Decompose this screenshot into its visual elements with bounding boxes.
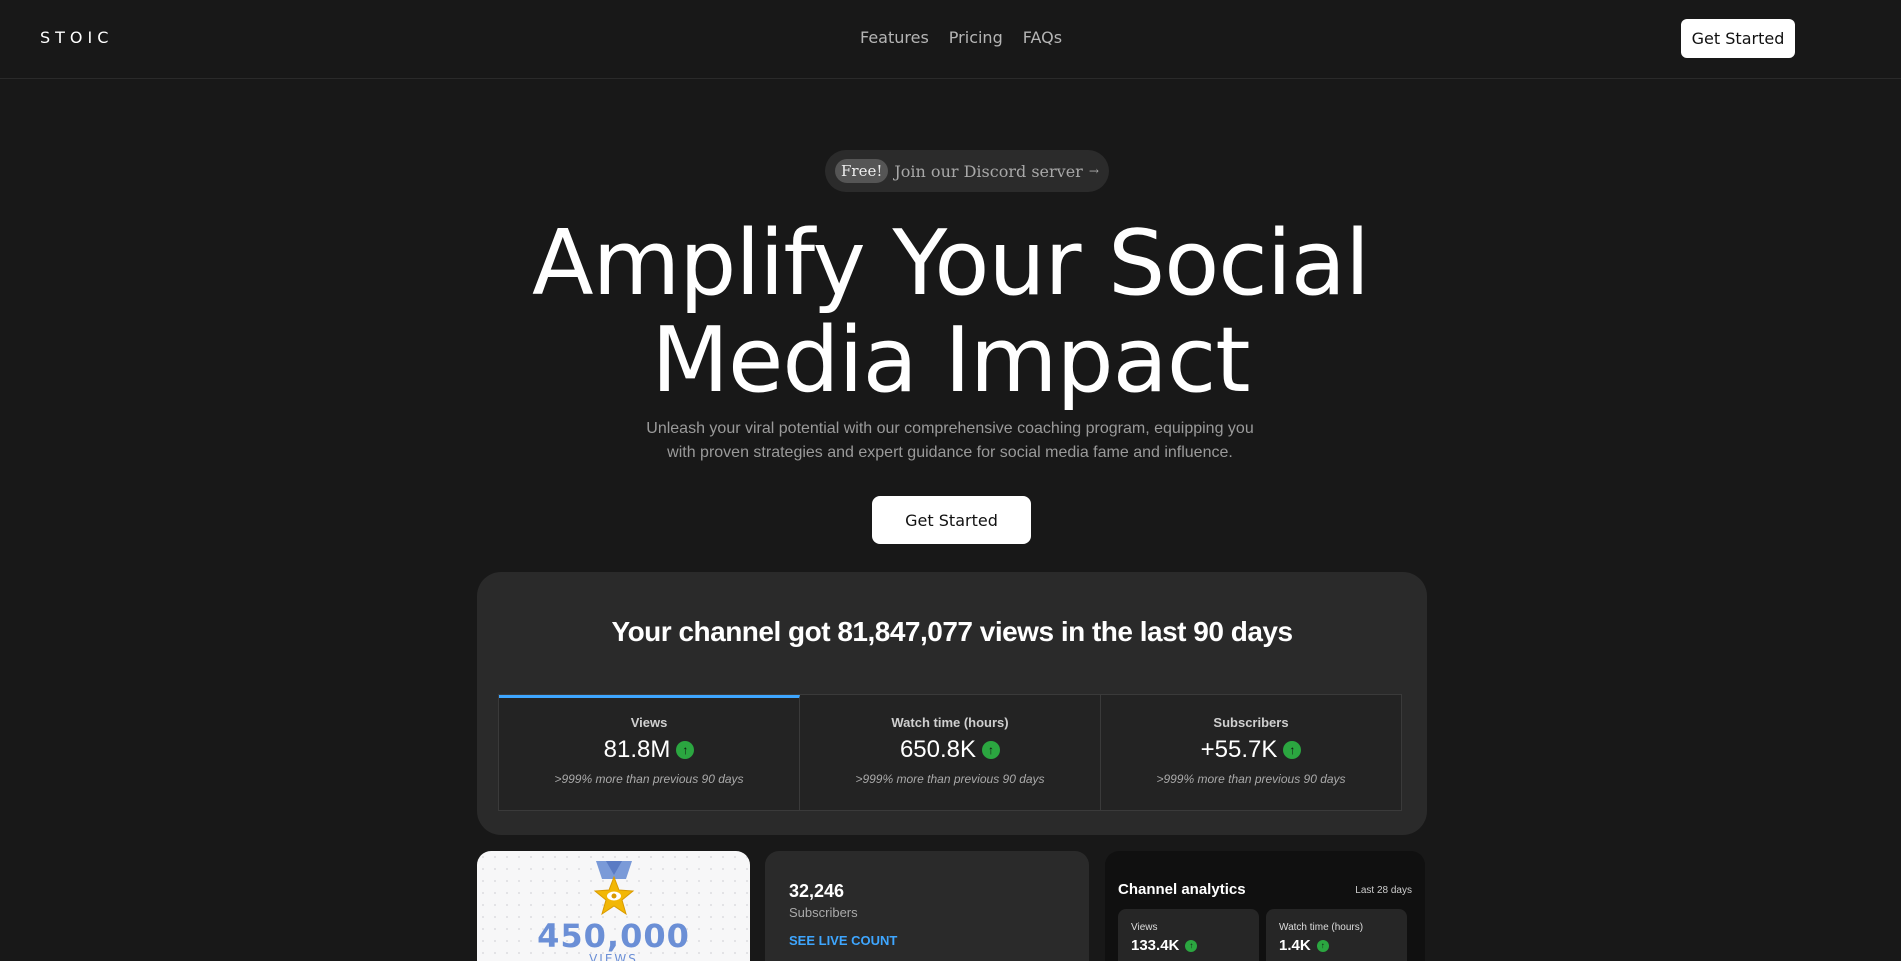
- award-number: 450,000: [537, 917, 690, 955]
- analytics-title: Channel analytics: [1118, 881, 1246, 898]
- analytics-tile-value: 1.4K ↑: [1279, 937, 1329, 954]
- stat-value-text: +55.7K: [1200, 736, 1278, 763]
- analytics-range: Last 28 days: [1355, 885, 1412, 896]
- channel-stats-card: Your channel got 81,847,077 views in the…: [477, 572, 1427, 835]
- hero-title-line-1: Amplify Your Social: [532, 211, 1370, 316]
- stat-tile-watch-time[interactable]: Watch time (hours) 650.8K ↑ >999% more t…: [800, 695, 1101, 810]
- stat-value: 650.8K ↑: [800, 736, 1100, 764]
- subscribers-card: 32,246 Subscribers SEE LIVE COUNT: [765, 851, 1089, 961]
- arrow-up-icon: ↑: [1185, 939, 1198, 952]
- stat-tile-subscribers[interactable]: Subscribers +55.7K ↑ >999% more than pre…: [1101, 695, 1401, 810]
- see-live-count-link[interactable]: SEE LIVE COUNT: [789, 933, 897, 948]
- hero-subtitle: Unleash your viral potential with our co…: [646, 420, 1254, 461]
- views-award-card: 450,000 VIEWS: [477, 851, 750, 961]
- stat-tile-views[interactable]: Views 81.8M ↑ >999% more than previous 9…: [499, 695, 800, 810]
- analytics-tile-label: Watch time (hours): [1279, 922, 1364, 933]
- arrow-up-icon: ↑: [1316, 939, 1329, 952]
- analytics-tile-value-text: 133.4K: [1131, 937, 1180, 954]
- arrow-right-icon: →: [1088, 164, 1099, 178]
- discord-pill-link[interactable]: Free! Join our Discord server →: [825, 150, 1109, 192]
- stat-value-text: 81.8M: [603, 736, 671, 763]
- analytics-tile-value: 133.4K ↑: [1131, 937, 1198, 954]
- stat-label: Watch time (hours): [891, 715, 1009, 730]
- hero-title: Amplify Your Social Media Impact: [0, 215, 1901, 409]
- analytics-tile-views[interactable]: Views 133.4K ↑: [1118, 909, 1259, 961]
- arrow-up-icon: ↑: [982, 741, 1001, 759]
- arrow-up-icon: ↑: [676, 741, 695, 759]
- nav-link-pricing[interactable]: Pricing: [949, 28, 1003, 47]
- top-nav: STOIC Features Pricing FAQs Get Started: [0, 0, 1901, 79]
- stat-value: +55.7K ↑: [1101, 736, 1401, 764]
- channel-analytics-card: Channel analytics Last 28 days Views 133…: [1105, 851, 1425, 961]
- nav-link-features[interactable]: Features: [860, 28, 929, 47]
- free-badge: Free!: [835, 159, 889, 183]
- stat-label: Views: [630, 715, 668, 730]
- stat-note: >999% more than previous 90 days: [554, 772, 744, 786]
- stats-tiles: Views 81.8M ↑ >999% more than previous 9…: [498, 694, 1402, 811]
- discord-pill-text: Join our Discord server: [894, 161, 1083, 181]
- nav-get-started-button[interactable]: Get Started: [1681, 19, 1795, 58]
- nav-links: Features Pricing FAQs: [860, 28, 1062, 47]
- hero-title-line-2: Media Impact: [651, 308, 1250, 413]
- stat-value-text: 650.8K: [899, 736, 977, 763]
- arrow-up-icon: ↑: [1283, 741, 1302, 759]
- logo[interactable]: STOIC: [40, 28, 113, 47]
- nav-link-faqs[interactable]: FAQs: [1023, 28, 1062, 47]
- analytics-tile-value-text: 1.4K: [1279, 937, 1311, 954]
- stat-label: Subscribers: [1213, 715, 1289, 730]
- stat-note: >999% more than previous 90 days: [1156, 772, 1346, 786]
- stats-heading: Your channel got 81,847,077 views in the…: [611, 616, 1293, 647]
- analytics-tile-label: Views: [1131, 922, 1158, 933]
- hero-get-started-button[interactable]: Get Started: [872, 496, 1031, 544]
- analytics-tile-watch-time[interactable]: Watch time (hours) 1.4K ↑: [1266, 909, 1407, 961]
- subscriber-label: Subscribers: [789, 905, 858, 920]
- stat-value: 81.8M ↑: [499, 736, 799, 764]
- stat-note: >999% more than previous 90 days: [855, 772, 1045, 786]
- medal-star-icon: [593, 861, 635, 916]
- award-label: VIEWS: [589, 952, 638, 961]
- subscriber-count: 32,246: [789, 881, 845, 901]
